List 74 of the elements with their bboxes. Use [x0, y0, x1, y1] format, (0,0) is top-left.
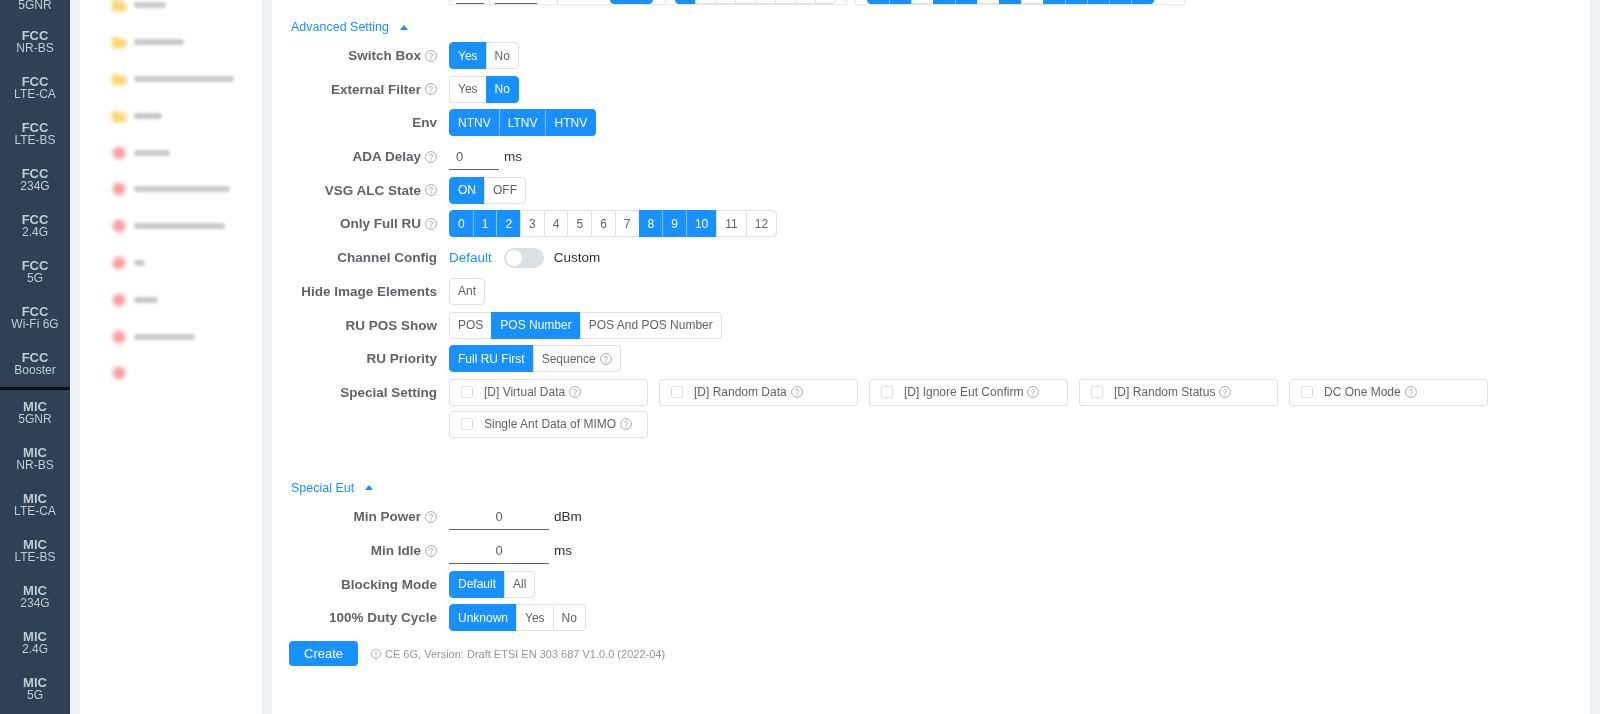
field-label: Min Power — [353, 509, 421, 525]
info-icon — [371, 648, 382, 659]
nav-item[interactable]: FCC Booster — [0, 341, 70, 387]
field-label: Channel Config — [337, 250, 437, 266]
option-button[interactable]: OFF — [484, 176, 526, 204]
nav-item[interactable]: MIC LTE-BS — [0, 528, 70, 574]
nav-item[interactable]: MIC NR-BS — [0, 436, 70, 482]
nav-item[interactable]: FCC Wi-Fi 6G — [0, 295, 70, 341]
option-button[interactable]: No — [552, 604, 586, 632]
field-label: Env — [412, 115, 437, 131]
checkbox[interactable] — [461, 386, 473, 399]
nav-item[interactable]: FCC 5G — [0, 249, 70, 295]
field-label: Hide Image Elements — [301, 283, 437, 299]
nav-item[interactable]: FCC 234G — [0, 157, 70, 203]
nav-item[interactable]: 5GNR — [0, 0, 70, 19]
field-label: RU Priority — [366, 351, 437, 367]
nav-item[interactable]: FCC 2.4G — [0, 203, 70, 249]
input-field[interactable]: 0 — [449, 537, 549, 565]
checkbox[interactable] — [1301, 386, 1313, 399]
input-field[interactable]: 0 — [449, 143, 499, 171]
field-label: ADA Delay — [352, 149, 421, 165]
field-label: Switch Box — [348, 48, 421, 63]
nav-item[interactable]: MIC 2.4G — [0, 620, 70, 666]
field-label: RU POS Show — [345, 317, 437, 333]
field-label: 100% Duty Cycle — [328, 610, 437, 626]
option-button[interactable]: POS And POS Number — [579, 311, 722, 339]
option-button[interactable]: No — [485, 42, 519, 69]
checkbox-option[interactable]: [D] Random Data — [659, 378, 858, 406]
option-button[interactable]: 11 — [716, 210, 747, 238]
checkbox[interactable] — [1091, 386, 1103, 399]
field-label: External Filter — [330, 81, 421, 97]
section-toggle[interactable]: Special Eut — [291, 479, 374, 496]
unit-label: ms — [504, 149, 522, 165]
option-button[interactable]: 12 — [745, 210, 778, 238]
option-button[interactable]: Ant — [449, 277, 485, 305]
nav-item[interactable]: MIC 234G — [0, 574, 70, 620]
nav-item[interactable]: FCC LTE-CA — [0, 65, 70, 111]
version-note: CE 6G, Version: Draft ETSI EN 303 687 V1.0.0 (2022-04) — [385, 647, 666, 660]
field-label: Special Setting — [340, 384, 437, 400]
nav-item[interactable]: FCC NR-BS — [0, 19, 70, 65]
checkbox-option[interactable]: [D] Ignore Eut Confirm — [869, 378, 1068, 406]
nav-item[interactable]: MIC 5G — [0, 666, 70, 712]
field-label: Blocking Mode — [341, 576, 437, 592]
nav-item[interactable]: FCC LTE-BS — [0, 111, 70, 157]
option-button[interactable]: 7 — [614, 210, 640, 238]
checkbox-option[interactable]: DC One Mode — [1289, 378, 1488, 406]
section-toggle[interactable]: Advanced Setting — [291, 19, 408, 35]
checkbox-option[interactable]: [D] Random Status — [1079, 378, 1278, 406]
checkbox-option[interactable]: [D] Virtual Data — [449, 378, 648, 406]
checkbox-option[interactable]: Single Ant Data of MIMO — [449, 410, 648, 438]
input-field[interactable]: 0 — [449, 503, 549, 531]
option-button[interactable]: Yes — [516, 604, 554, 632]
nav-item[interactable]: MIC LTE-CA — [0, 482, 70, 528]
option-button[interactable]: Yes — [449, 75, 487, 103]
field-label: VSG ALC State — [324, 182, 421, 198]
unit-label: ms — [554, 543, 572, 559]
checkbox[interactable] — [461, 418, 473, 431]
field-label: Only Full RU — [340, 216, 421, 232]
unit-label: dBm — [554, 509, 582, 525]
caret-icon — [400, 24, 408, 30]
toggle-switch[interactable] — [503, 247, 544, 268]
checkbox[interactable] — [881, 386, 893, 399]
checkbox[interactable] — [671, 386, 683, 399]
option-button[interactable]: 5 — [567, 210, 593, 238]
switch-label[interactable]: Custom — [553, 250, 601, 266]
option-button[interactable]: Sequence — [532, 345, 621, 373]
switch-label[interactable]: Default — [449, 250, 492, 266]
caret-icon — [365, 485, 374, 491]
option-button[interactable]: 6 — [591, 210, 616, 238]
option-button[interactable]: POS — [449, 311, 493, 339]
nav-item[interactable]: MIC 5GNR — [0, 390, 70, 436]
option-button[interactable]: All — [504, 570, 536, 598]
option-button[interactable]: 3 — [520, 210, 545, 238]
field-label: Min Idle — [370, 543, 421, 559]
